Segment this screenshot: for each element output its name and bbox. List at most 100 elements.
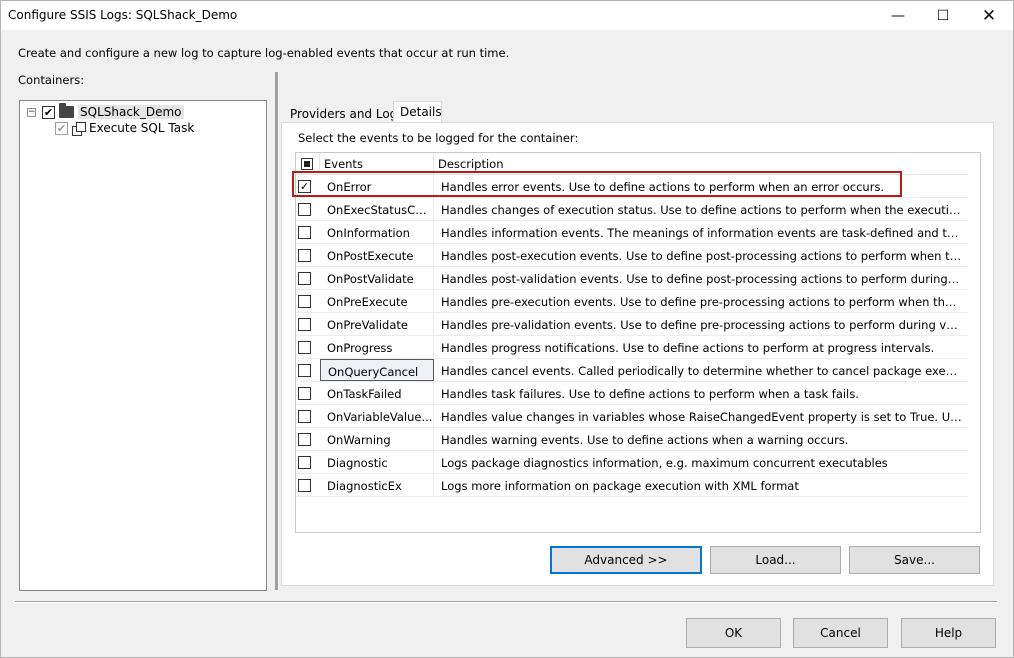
minimize-icon[interactable]: —	[875, 1, 921, 30]
event-checkbox[interactable]	[298, 410, 311, 423]
event-name-cell[interactable]: OnPreValidate	[320, 313, 434, 336]
event-description-cell: Handles task failures. Use to define act…	[441, 387, 859, 401]
row-checkbox-cell[interactable]	[296, 451, 320, 474]
event-checkbox[interactable]	[298, 479, 311, 492]
header-events[interactable]: Events	[320, 153, 434, 175]
tree-node-label: Execute SQL Task	[89, 121, 195, 135]
collapse-icon[interactable]: −	[27, 107, 36, 117]
table-row[interactable]: OnInformation Handles information events.…	[296, 221, 968, 244]
event-description-cell: Handles error events. Use to define acti…	[441, 180, 885, 194]
header-description[interactable]: Description	[434, 153, 968, 175]
event-name-cell[interactable]: OnPostValidate	[320, 267, 434, 290]
event-name-cell[interactable]: OnError	[320, 175, 434, 198]
row-checkbox-cell[interactable]	[296, 474, 320, 497]
event-name-cell[interactable]: OnExecStatusCh...	[320, 198, 434, 221]
event-name-cell[interactable]: Diagnostic	[320, 451, 434, 474]
intro-text: Create and configure a new log to captur…	[18, 46, 510, 60]
package-icon	[59, 103, 74, 118]
event-name-cell[interactable]: OnInformation	[320, 221, 434, 244]
row-checkbox-cell[interactable]	[296, 405, 320, 428]
event-name-cell[interactable]: OnQueryCancel	[320, 359, 434, 381]
row-checkbox-cell[interactable]	[296, 382, 320, 405]
execute-sql-task-icon	[72, 121, 86, 136]
event-name-cell[interactable]: OnProgress	[320, 336, 434, 359]
event-description-cell: Handles cancel events. Called periodical…	[441, 364, 962, 378]
event-description-cell: Handles information events. The meanings…	[441, 226, 962, 240]
event-description-cell: Handles warning events. Use to define ac…	[441, 433, 849, 447]
event-description-cell: Handles value changes in variables whose…	[441, 410, 962, 424]
row-checkbox-cell[interactable]	[296, 244, 320, 267]
event-checkbox[interactable]	[298, 387, 311, 400]
event-description-cell: Logs package diagnostics information, e.…	[441, 456, 888, 470]
table-row[interactable]: OnQueryCancel Handles cancel events. Call…	[296, 359, 968, 382]
splitter[interactable]	[275, 72, 278, 590]
window-title: Configure SSIS Logs: SQLShack_Demo	[8, 8, 238, 22]
cancel-button[interactable]: Cancel	[793, 618, 888, 648]
table-row[interactable]: OnWarning Handles warning events. Use to …	[296, 428, 968, 451]
event-description-cell: Handles pre-execution events. Use to def…	[441, 295, 962, 309]
tab-details[interactable]: Details	[393, 101, 442, 122]
child-checkbox[interactable]: ✔	[55, 121, 68, 135]
event-description-cell: Logs more information on package executi…	[441, 479, 799, 493]
select-all-checkbox[interactable]	[301, 158, 313, 170]
table-row[interactable]: OnExecStatusCh... Handles changes of exec…	[296, 198, 968, 221]
advanced-button[interactable]: Advanced >>	[550, 546, 702, 574]
event-description-cell: Handles changes of execution status. Use…	[441, 203, 962, 217]
grid-header: Events Description	[296, 153, 968, 175]
row-checkbox-cell[interactable]	[296, 313, 320, 336]
event-checkbox[interactable]	[298, 456, 311, 469]
maximize-icon[interactable]: ☐	[920, 1, 966, 30]
ok-button[interactable]: OK	[686, 618, 781, 648]
event-checkbox[interactable]: ✓	[298, 180, 311, 193]
event-name-cell[interactable]: OnTaskFailed	[320, 382, 434, 405]
tree-node-root[interactable]: − ✔ SQLShack_Demo	[27, 103, 184, 120]
event-checkbox[interactable]	[298, 226, 311, 239]
close-icon[interactable]: ✕	[966, 1, 1012, 30]
help-button[interactable]: Help	[901, 618, 996, 648]
separator	[15, 601, 997, 603]
row-checkbox-cell[interactable]	[296, 198, 320, 221]
row-checkbox-cell[interactable]	[296, 336, 320, 359]
event-name-cell[interactable]: OnVariableValue...	[320, 405, 434, 428]
event-name-cell[interactable]: OnPostExecute	[320, 244, 434, 267]
event-checkbox[interactable]	[298, 295, 311, 308]
event-checkbox[interactable]	[298, 203, 311, 216]
event-checkbox[interactable]	[298, 249, 311, 262]
table-row[interactable]: OnTaskFailed Handles task failures. Use t…	[296, 382, 968, 405]
row-checkbox-cell[interactable]	[296, 428, 320, 451]
event-description-cell: Handles post-validation events. Use to d…	[441, 272, 962, 286]
containers-tree[interactable]: − ✔ SQLShack_Demo ✔ Execute SQL Task	[19, 100, 267, 591]
header-select-all-cell[interactable]	[296, 153, 320, 175]
row-checkbox-cell[interactable]	[296, 267, 320, 290]
load-button[interactable]: Load...	[710, 546, 841, 574]
event-checkbox[interactable]	[298, 272, 311, 285]
event-description-cell: Handles progress notifications. Use to d…	[441, 341, 935, 355]
table-row[interactable]: OnVariableValue... Handles value changes …	[296, 405, 968, 428]
root-checkbox[interactable]: ✔	[42, 105, 55, 119]
tree-node-child[interactable]: ✔ Execute SQL Task	[49, 120, 194, 136]
event-description-cell: Handles post-execution events. Use to de…	[441, 249, 962, 263]
title-bar[interactable]: Configure SSIS Logs: SQLShack_Demo — ☐ ✕	[1, 1, 1013, 30]
table-row[interactable]: OnPostExecute Handles post-execution even…	[296, 244, 968, 267]
table-row[interactable]: OnProgress Handles progress notifications…	[296, 336, 968, 359]
event-checkbox[interactable]	[298, 364, 311, 377]
events-grid[interactable]: Events Description ✓ OnError Handles error…	[295, 152, 981, 533]
event-checkbox[interactable]	[298, 341, 311, 354]
event-name-cell[interactable]: DiagnosticEx	[320, 474, 434, 497]
table-row[interactable]: OnPreExecute Handles pre-execution events…	[296, 290, 968, 313]
row-checkbox-cell[interactable]	[296, 290, 320, 313]
event-name-cell[interactable]: OnWarning	[320, 428, 434, 451]
event-checkbox[interactable]	[298, 433, 311, 446]
table-row[interactable]: OnPostValidate Handles post-validation ev…	[296, 267, 968, 290]
save-button[interactable]: Save...	[849, 546, 980, 574]
table-row[interactable]: Diagnostic Logs package diagnostics infor…	[296, 451, 968, 474]
row-checkbox-cell[interactable]	[296, 359, 320, 382]
row-checkbox-cell[interactable]: ✓	[296, 175, 320, 198]
event-checkbox[interactable]	[298, 318, 311, 331]
event-name-cell[interactable]: OnPreExecute	[320, 290, 434, 313]
table-row[interactable]: ✓ OnError Handles error events. Use to def…	[296, 175, 968, 198]
event-description-cell: Handles pre-validation events. Use to de…	[441, 318, 962, 332]
table-row[interactable]: OnPreValidate Handles pre-validation even…	[296, 313, 968, 336]
table-row[interactable]: DiagnosticEx Logs more information on pac…	[296, 474, 968, 497]
row-checkbox-cell[interactable]	[296, 221, 320, 244]
